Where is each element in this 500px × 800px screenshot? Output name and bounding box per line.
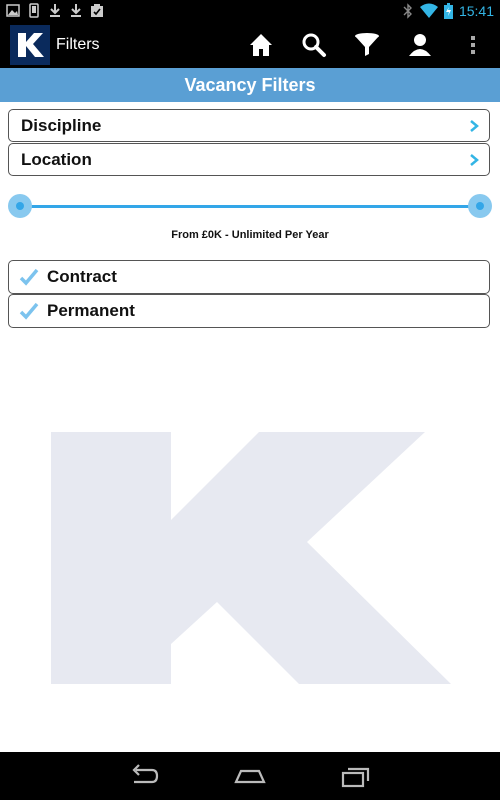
overflow-menu-icon [471, 36, 475, 54]
contract-checkbox-row[interactable]: Contract [8, 260, 490, 294]
location-selector[interactable]: Location [8, 143, 490, 176]
wifi-icon [419, 3, 438, 18]
back-icon[interactable] [126, 762, 162, 790]
chevron-right-icon [470, 120, 479, 132]
home-icon [250, 34, 272, 56]
k-watermark-logo [51, 432, 451, 684]
system-icons: 15:41 [402, 2, 494, 20]
contract-label: Contract [47, 267, 117, 286]
clipboard-check-icon [91, 4, 103, 17]
app-logo[interactable] [10, 25, 50, 65]
download-icon [50, 4, 60, 17]
discipline-selector[interactable]: Discipline [8, 109, 490, 142]
recent-apps-icon[interactable] [338, 762, 374, 790]
home-nav-icon[interactable] [232, 762, 268, 790]
location-label: Location [21, 150, 92, 169]
battery-icon [443, 3, 453, 19]
action-bar: Filters [0, 22, 500, 68]
home-button[interactable] [247, 31, 275, 59]
notification-icons [6, 3, 104, 18]
page-title: Vacancy Filters [0, 68, 500, 102]
app-title: Filters [56, 36, 100, 53]
permanent-checkbox-row[interactable]: Permanent [8, 294, 490, 328]
checkmark-icon [19, 268, 39, 286]
slider-max-thumb[interactable] [468, 194, 492, 218]
salary-range-text: From £0K - Unlimited Per Year [171, 229, 329, 241]
bluetooth-icon [403, 3, 412, 19]
image-icon [6, 4, 20, 17]
filter-button[interactable] [353, 31, 381, 59]
profile-icon [409, 34, 431, 56]
slider-min-thumb[interactable] [8, 194, 32, 218]
overflow-menu-button[interactable] [459, 31, 487, 59]
discipline-label: Discipline [21, 116, 102, 135]
search-icon [302, 33, 326, 57]
checkmark-icon [19, 302, 39, 320]
slider-track [24, 205, 476, 208]
profile-button[interactable] [406, 31, 434, 59]
phone-icon [29, 3, 39, 18]
filter-icon [355, 33, 379, 56]
status-time: 15:41 [458, 3, 494, 19]
download-icon [71, 4, 81, 17]
status-bar: 15:41 [0, 0, 500, 22]
navigation-bar [0, 752, 500, 800]
search-button[interactable] [300, 31, 328, 59]
chevron-right-icon [470, 154, 479, 166]
k-logo-icon [18, 33, 44, 57]
permanent-label: Permanent [47, 301, 135, 320]
salary-range-slider[interactable] [8, 192, 492, 220]
